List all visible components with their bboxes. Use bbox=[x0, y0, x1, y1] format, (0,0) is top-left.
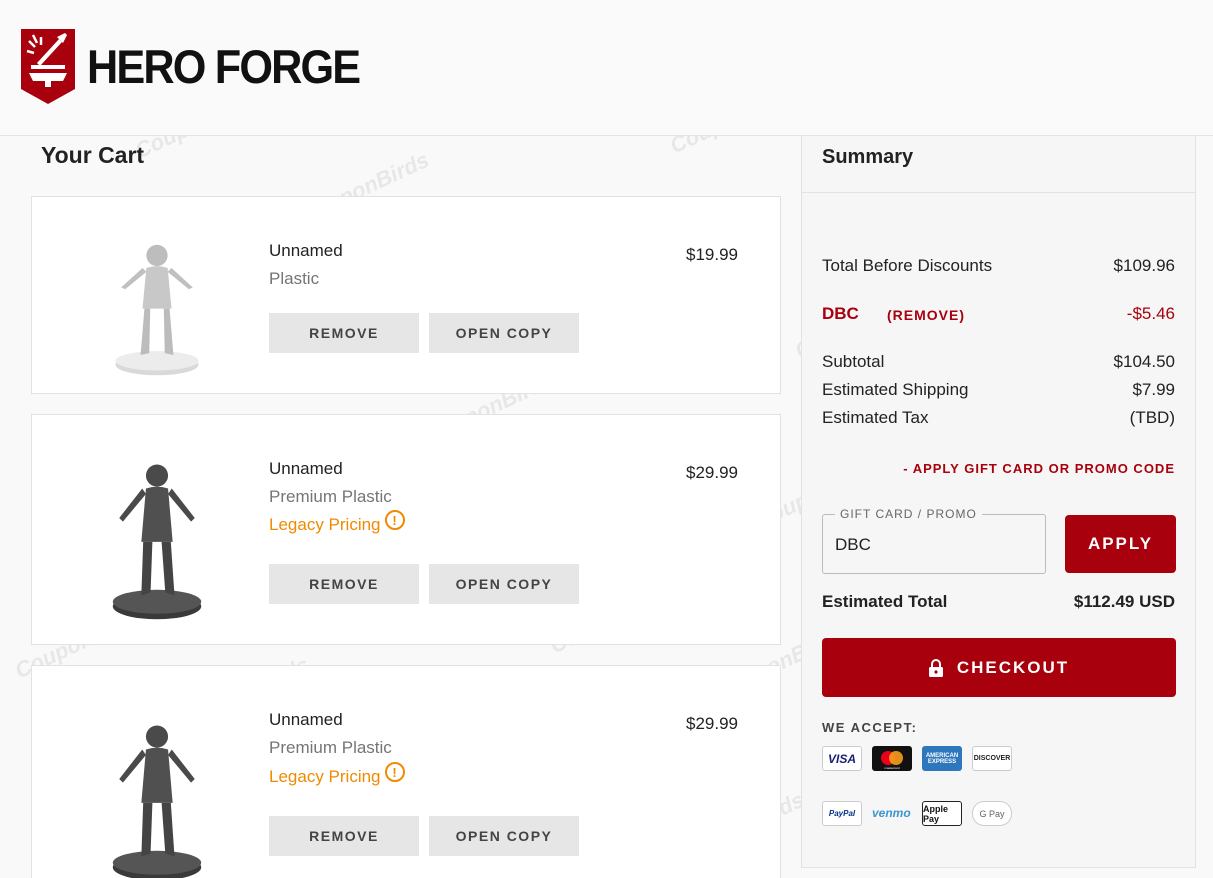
open-copy-button[interactable]: OPEN COPY bbox=[429, 564, 579, 604]
total-before-label: Total Before Discounts bbox=[822, 256, 993, 275]
lock-icon bbox=[928, 658, 943, 677]
tax-value: (TBD) bbox=[1129, 408, 1175, 427]
order-summary: Summary Total Before Discounts $109.96 D… bbox=[801, 136, 1196, 868]
item-name: Unnamed bbox=[269, 241, 343, 260]
paypal-icon: PayPal bbox=[822, 801, 862, 826]
miniature-image[interactable] bbox=[102, 239, 212, 384]
discount-code: DBC bbox=[822, 304, 859, 323]
estimated-total-value: $112.49 USD bbox=[1073, 592, 1175, 611]
tax-label: Estimated Tax bbox=[822, 408, 929, 427]
we-accept-label: WE ACCEPT: bbox=[822, 720, 918, 735]
discount-value: -$5.46 bbox=[1126, 304, 1175, 323]
anvil-shield-icon bbox=[21, 29, 75, 104]
cart-title: Your Cart bbox=[41, 142, 145, 168]
mastercard-label: mastercard bbox=[884, 766, 900, 770]
cart-item: Unnamed Plastic $19.99 REMOVE OPEN COPY bbox=[31, 196, 781, 394]
item-price: $29.99 bbox=[686, 714, 738, 733]
venmo-icon: venmo bbox=[872, 806, 911, 820]
cart-item: Unnamed Premium Plastic Legacy Pricing !… bbox=[31, 665, 781, 878]
miniature-image[interactable] bbox=[102, 459, 212, 634]
hero-forge-logo[interactable]: HERO FORGE bbox=[21, 29, 383, 104]
legacy-pricing-label: Legacy Pricing bbox=[269, 767, 381, 786]
apple-pay-icon: Apple Pay bbox=[922, 801, 962, 826]
item-name: Unnamed bbox=[269, 710, 343, 729]
subtotal-label: Subtotal bbox=[822, 352, 885, 371]
alert-circle-icon[interactable]: ! bbox=[384, 762, 405, 782]
apply-button[interactable]: APPLY bbox=[1065, 515, 1176, 573]
checkout-label: CHECKOUT bbox=[956, 657, 1070, 677]
visa-icon: VISA bbox=[822, 746, 862, 771]
shipping-value: $7.99 bbox=[1132, 380, 1175, 399]
alert-circle-icon[interactable]: ! bbox=[384, 510, 405, 530]
apply-gift-card-link[interactable]: - APPLY GIFT CARD OR PROMO CODE bbox=[903, 461, 1175, 476]
legacy-pricing: Legacy Pricing ! bbox=[269, 762, 405, 787]
item-material: Plastic bbox=[269, 269, 320, 288]
promo-input[interactable] bbox=[835, 535, 1030, 555]
mastercard-icon: mastercard bbox=[872, 746, 912, 771]
total-before-value: $109.96 bbox=[1113, 256, 1175, 275]
open-copy-button[interactable]: OPEN COPY bbox=[429, 313, 579, 353]
miniature-image[interactable] bbox=[102, 720, 212, 878]
remove-button[interactable]: REMOVE bbox=[269, 313, 419, 353]
logo-wordmark: HERO FORGE bbox=[87, 40, 361, 93]
legacy-pricing: Legacy Pricing ! bbox=[269, 510, 405, 535]
remove-button[interactable]: REMOVE bbox=[269, 816, 419, 856]
amex-icon: AMERICAN EXPRESS bbox=[922, 746, 962, 771]
divider bbox=[802, 192, 1195, 193]
discount-remove-link[interactable]: (REMOVE) bbox=[887, 307, 965, 323]
site-header: HERO FORGE bbox=[0, 0, 1213, 136]
estimated-total-label: Estimated Total bbox=[822, 592, 948, 611]
item-name: Unnamed bbox=[269, 459, 343, 478]
item-price: $19.99 bbox=[686, 245, 738, 264]
promo-field[interactable]: GIFT CARD / PROMO bbox=[822, 507, 1046, 574]
item-price: $29.99 bbox=[686, 463, 738, 482]
subtotal-value: $104.50 bbox=[1113, 352, 1175, 371]
checkout-button[interactable]: CHECKOUT bbox=[822, 638, 1176, 697]
item-material: Premium Plastic bbox=[269, 738, 392, 757]
google-pay-icon: G Pay bbox=[972, 801, 1012, 826]
shipping-label: Estimated Shipping bbox=[822, 380, 969, 399]
cart-item: Unnamed Premium Plastic Legacy Pricing !… bbox=[31, 414, 781, 645]
legacy-pricing-label: Legacy Pricing bbox=[269, 515, 381, 534]
summary-title: Summary bbox=[822, 146, 914, 168]
item-material: Premium Plastic bbox=[269, 487, 392, 506]
remove-button[interactable]: REMOVE bbox=[269, 564, 419, 604]
open-copy-button[interactable]: OPEN COPY bbox=[429, 816, 579, 856]
promo-field-label: GIFT CARD / PROMO bbox=[835, 507, 982, 521]
discover-icon: DISCOVER bbox=[972, 746, 1012, 771]
